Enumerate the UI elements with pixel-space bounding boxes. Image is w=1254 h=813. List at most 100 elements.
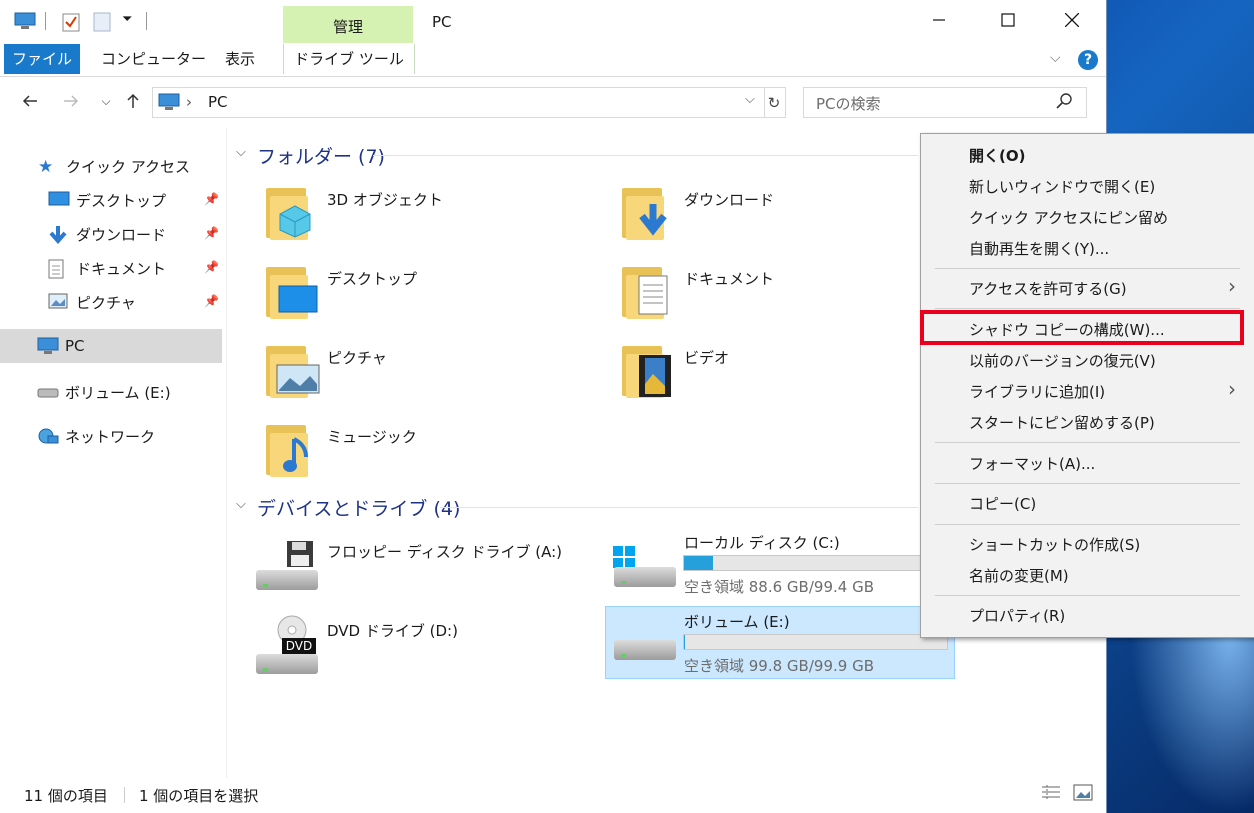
forward-arrow-icon[interactable]: [58, 88, 84, 114]
menu-item-properties[interactable]: プロパティ(R): [969, 605, 1065, 626]
sidebar-item-network[interactable]: ネットワーク: [0, 419, 222, 453]
dvd-drive-icon[interactable]: DVD: [256, 614, 320, 674]
status-selected-count: 1 個の項目を選択: [139, 787, 259, 805]
menu-item-copy[interactable]: コピー(C): [969, 493, 1036, 514]
folder-label[interactable]: 3D オブジェクト: [327, 189, 443, 210]
menu-item-autoplay[interactable]: 自動再生を開く(Y)...: [969, 238, 1109, 259]
pin-icon[interactable]: 📌: [204, 192, 219, 206]
address-dropdown-icon[interactable]: ⌵: [745, 92, 755, 107]
dvd-badge: DVD: [282, 638, 316, 654]
sidebar-item-desktop[interactable]: デスクトップ 📌: [0, 183, 222, 217]
menu-item-give-access[interactable]: アクセスを許可する(G): [969, 278, 1127, 299]
local-disk-icon[interactable]: [612, 545, 676, 595]
close-button[interactable]: [1049, 0, 1095, 40]
large-icons-view-icon[interactable]: [1073, 784, 1093, 806]
properties-icon[interactable]: [62, 12, 82, 32]
manage-tab[interactable]: 管理: [283, 16, 413, 37]
pc-icon: [158, 93, 180, 115]
collapse-chevron-icon[interactable]: ⌵: [236, 497, 246, 512]
sidebar-item-label: ネットワーク: [65, 427, 156, 446]
folder-3d-objects-icon[interactable]: [264, 184, 312, 240]
folder-label[interactable]: ピクチャ: [327, 347, 387, 368]
download-arrow-icon: [48, 225, 68, 245]
floppy-drive-icon[interactable]: [256, 540, 320, 596]
submenu-arrow-icon: ›: [1228, 274, 1236, 298]
menu-item-pin-quick-access[interactable]: クイック アクセスにピン留め: [969, 207, 1168, 228]
menu-item-open[interactable]: 開く(O): [969, 145, 1025, 166]
pane-divider: [226, 128, 227, 778]
pin-icon[interactable]: 📌: [204, 226, 219, 240]
computer-icon[interactable]: [14, 12, 36, 30]
sidebar-item-label: ピクチャ: [76, 293, 136, 312]
menu-item-restore-previous[interactable]: 以前のバージョンの復元(V): [969, 350, 1156, 371]
tab-view[interactable]: 表示: [225, 44, 255, 74]
menu-item-create-shortcut[interactable]: ショートカットの作成(S): [969, 534, 1140, 555]
folder-pictures-icon[interactable]: [264, 342, 320, 398]
group-divider: [373, 155, 918, 156]
folder-label[interactable]: ビデオ: [684, 347, 729, 368]
details-view-icon[interactable]: [1041, 784, 1061, 806]
pictures-icon: [48, 293, 68, 311]
folder-music-icon[interactable]: [264, 421, 312, 477]
sidebar-item-pictures[interactable]: ピクチャ 📌: [0, 285, 222, 319]
sidebar-item-volume[interactable]: ボリューム (E:): [0, 375, 222, 409]
document-icon: [48, 259, 68, 279]
group-divider: [440, 507, 918, 508]
folder-label[interactable]: ダウンロード: [684, 189, 774, 210]
folder-label[interactable]: デスクトップ: [327, 268, 417, 289]
sidebar-item-label: ボリューム (E:): [65, 383, 171, 402]
pin-icon[interactable]: 📌: [204, 294, 219, 308]
folder-desktop-icon[interactable]: [264, 263, 318, 319]
drive-icon: [37, 383, 59, 401]
collapse-chevron-icon[interactable]: ⌵: [236, 145, 246, 160]
maximize-button[interactable]: [985, 0, 1031, 40]
menu-item-format[interactable]: フォーマット(A)...: [969, 453, 1095, 474]
address-bar[interactable]: › PC ⌵: [152, 87, 765, 118]
pin-icon[interactable]: 📌: [204, 260, 219, 274]
folder-videos-icon[interactable]: [620, 342, 671, 398]
sidebar-item-documents[interactable]: ドキュメント 📌: [0, 251, 222, 285]
folder-label[interactable]: ドキュメント: [684, 268, 774, 289]
drive-label[interactable]: ボリューム (E:): [684, 611, 790, 632]
sidebar-item-label: ドキュメント: [76, 259, 167, 278]
menu-item-rename[interactable]: 名前の変更(M): [969, 565, 1069, 586]
menu-item-add-to-library[interactable]: ライブラリに追加(I): [969, 381, 1105, 402]
help-icon[interactable]: ?: [1078, 50, 1098, 70]
toolbar-divider: [146, 12, 147, 30]
ribbon-divider: [0, 76, 1106, 77]
drive-label[interactable]: ローカル ディスク (C:): [684, 532, 840, 553]
sidebar-item-downloads[interactable]: ダウンロード 📌: [0, 217, 222, 251]
menu-item-open-new-window[interactable]: 新しいウィンドウで開く(E): [969, 176, 1155, 197]
annotation-highlight-box: [920, 310, 1244, 345]
sidebar-item-pc[interactable]: PC: [0, 329, 222, 363]
sidebar-item-quick-access[interactable]: ★ クイック アクセス: [0, 149, 222, 183]
volume-drive-icon[interactable]: [612, 640, 676, 670]
window-title: PC: [432, 13, 452, 31]
new-folder-icon[interactable]: [93, 12, 113, 32]
address-path[interactable]: PC: [208, 93, 228, 111]
menu-item-pin-start[interactable]: スタートにピン留めする(P): [969, 412, 1155, 433]
minimize-button[interactable]: [916, 0, 962, 40]
folders-group-header[interactable]: フォルダー (7): [257, 142, 385, 169]
refresh-button[interactable]: ↻: [763, 87, 786, 118]
folder-downloads-icon[interactable]: [620, 184, 668, 240]
tab-computer[interactable]: コンピューター: [101, 44, 206, 74]
drive-label[interactable]: DVD ドライブ (D:): [327, 620, 458, 641]
customize-toolbar-icon[interactable]: ⏷: [122, 12, 132, 27]
menu-separator: [935, 524, 1240, 525]
breadcrumb-separator-icon: ›: [186, 93, 192, 111]
drive-usage-fill: [684, 556, 713, 570]
back-arrow-icon[interactable]: [17, 88, 43, 114]
tab-file[interactable]: ファイル: [4, 44, 80, 74]
devices-group-header[interactable]: デバイスとドライブ (4): [257, 494, 460, 521]
drive-free-space: 空き領域 88.6 GB/99.4 GB: [684, 578, 874, 596]
folder-label[interactable]: ミュージック: [327, 426, 417, 447]
sidebar-item-label: PC: [65, 337, 85, 355]
up-arrow-icon[interactable]: [120, 88, 146, 114]
search-input[interactable]: PCの検索: [803, 87, 1087, 118]
folder-documents-icon[interactable]: [620, 263, 668, 319]
recent-locations-icon[interactable]: ⌵: [93, 88, 119, 114]
tab-drive-tools[interactable]: ドライブ ツール: [283, 44, 415, 74]
drive-label[interactable]: フロッピー ディスク ドライブ (A:): [327, 541, 562, 562]
expand-ribbon-icon[interactable]: ⌵: [1050, 50, 1061, 66]
